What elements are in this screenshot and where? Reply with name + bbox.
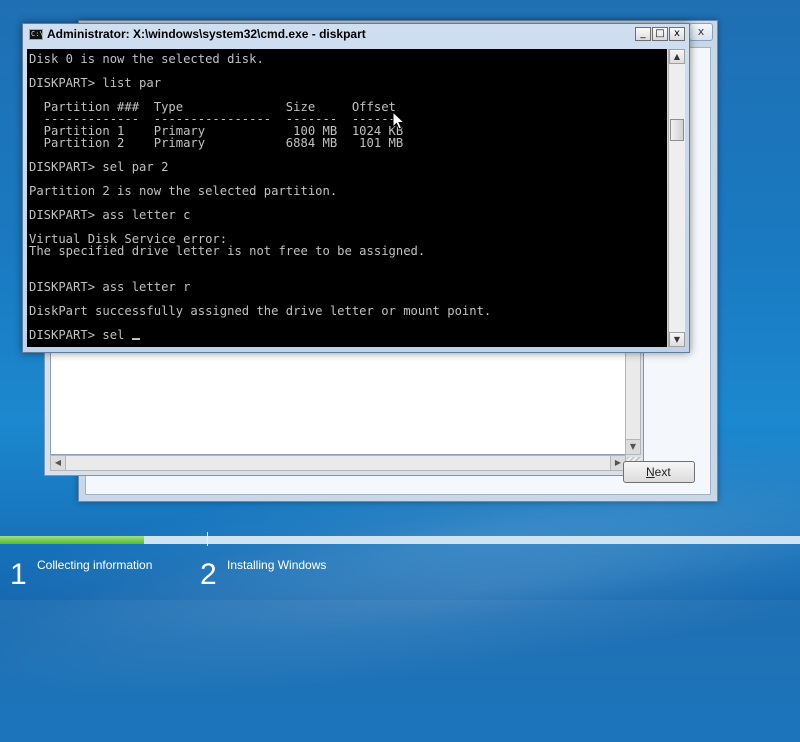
scroll-left-icon[interactable]: ◀ (51, 456, 66, 470)
next-button-mnemonic: N (646, 465, 655, 479)
console-history: Disk 0 is now the selected disk. DISKPAR… (29, 52, 492, 318)
disk-list-horizontal-scrollbar[interactable]: ◀ ▶ (50, 455, 626, 471)
cmd-window-title: Administrator: X:\windows\system32\cmd.e… (47, 27, 366, 41)
console-scrollbar[interactable]: ▲ ▼ (668, 49, 685, 347)
scroll-down-icon[interactable]: ▼ (626, 439, 640, 454)
maximize-button[interactable]: □ (652, 27, 668, 41)
step-label: Installing Windows (227, 558, 327, 572)
cmd-window[interactable]: C:\ Administrator: X:\windows\system32\c… (22, 23, 690, 353)
next-button[interactable]: Next (623, 461, 695, 483)
setup-progress-bar (0, 536, 800, 544)
step-label: Collecting information (37, 558, 153, 572)
maximize-icon: □ (655, 28, 665, 39)
setup-close-button[interactable]: x (689, 23, 713, 41)
next-button-label: ext (654, 465, 671, 479)
minimize-button[interactable]: _ (635, 27, 651, 41)
minimize-icon: _ (640, 28, 646, 39)
text-cursor (131, 338, 140, 340)
progress-divider (207, 532, 208, 546)
close-icon: x (674, 28, 680, 39)
step-number: 2 (200, 558, 217, 591)
mouse-pointer-icon (392, 111, 406, 130)
scrollbar-thumb[interactable] (670, 119, 684, 141)
close-icon: x (697, 25, 705, 38)
console-output[interactable]: Disk 0 is now the selected disk. DISKPAR… (27, 49, 667, 347)
setup-progress-fill (0, 536, 144, 544)
scroll-up-icon[interactable]: ▲ (669, 49, 685, 64)
close-button[interactable]: x (669, 27, 685, 41)
console-input-line[interactable]: DISKPART> sel (29, 328, 132, 342)
scroll-down-icon[interactable]: ▼ (669, 332, 685, 347)
step-number: 1 (10, 558, 27, 591)
console-text: Disk 0 is now the selected disk. DISKPAR… (29, 53, 491, 341)
cmd-title-bar[interactable]: C:\ Administrator: X:\windows\system32\c… (23, 24, 689, 46)
cmd-icon[interactable]: C:\ (29, 29, 44, 40)
